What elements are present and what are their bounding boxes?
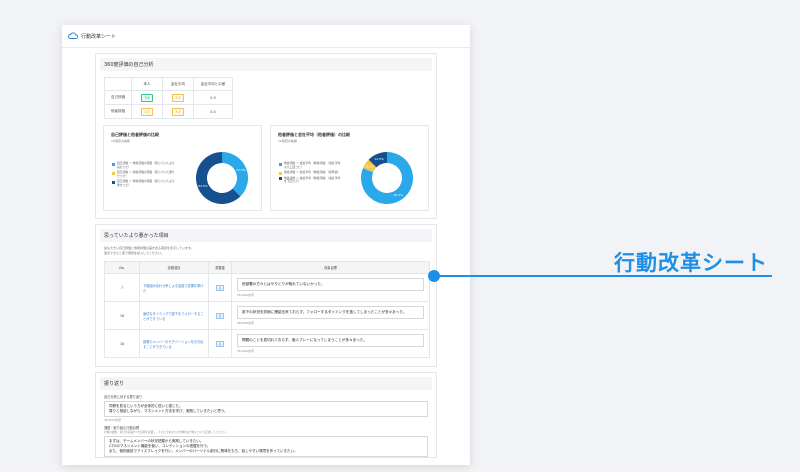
item-link[interactable]: 適切なタイミングで部下をフォローすることができている xyxy=(139,301,209,330)
score-header: 会社平均 xyxy=(162,77,194,91)
app-header: 行動改革シート xyxy=(62,25,470,48)
review-title: 振り返り xyxy=(100,377,432,390)
goal-note: 行動の課題、自分が意識すべき目標を記載し、その上であなたの具体的な行動について記… xyxy=(104,431,229,434)
self-analysis-card: 360度評価の自己分析 本人 会社平均 会社平均との差 自己評価 3.6 3.3… xyxy=(95,53,437,219)
score-table: 本人 会社平均 会社平均との差 自己評価 3.6 3.3 0.3 他者評価 3.… xyxy=(104,77,233,119)
callout-label: 行動改革シート xyxy=(614,251,768,275)
goal-input[interactable]: まずは、チームメンバーの状況把握から実践していきたい。 CTOのマネジメント機能… xyxy=(104,436,428,457)
chart-title: 自己評価と他者評価の比較 xyxy=(111,132,159,137)
row-label: 他者評価 xyxy=(104,104,132,119)
review-input[interactable]: 同僚を見るという力が全体的に低いと感じた。 周りと相談しながら、マネジメント方法… xyxy=(104,401,428,417)
slice-label: 62.5% xyxy=(198,184,208,188)
slice-label: 81.3% xyxy=(394,193,404,197)
legend-item: 他者評価 ＝ 会社平均（他者評価）（標準値） xyxy=(279,170,343,175)
char-count: 35/1000文字 xyxy=(237,349,255,353)
self-score-badge: 3.6 xyxy=(141,93,153,102)
importance-badge: 高 xyxy=(215,340,225,347)
col-header: No. xyxy=(104,261,140,274)
donut-chart-other-vs-avg: 81.3% 6.2%12.5% xyxy=(361,152,413,204)
item-link[interactable]: 部署のメンバーのモチベーションを引き出すことができている xyxy=(139,329,209,358)
feedback-table: No. 評価項目 重要度 改善目標 7 下部組み合わせ系による会議で成果を挙げた… xyxy=(104,261,430,358)
cloud-logo-icon xyxy=(68,32,78,39)
donut-slice xyxy=(222,152,248,197)
char-count: 46/1000文字 xyxy=(237,321,255,325)
self-analysis-title: 360度評価の自己分析 xyxy=(100,58,432,71)
score-header: 本人 xyxy=(131,77,163,91)
goal-label: 課題・取り組む行動目標 xyxy=(104,426,140,430)
item-link[interactable]: 下部組み合わせ系による会議で成果を挙げた xyxy=(139,273,209,302)
app-title: 行動改革シート xyxy=(81,33,117,40)
goal-line: また、個別面談でアイスブレイクを行い、メンバーのパーソナル部分に興味をもち、話し… xyxy=(109,449,298,453)
importance-badge: 高 xyxy=(215,312,225,319)
feedback-title: 思っていたより悪かった項目 xyxy=(100,229,432,242)
donut-chart-self-vs-other: 37.5% 62.5% xyxy=(196,152,248,204)
review-line: 周りと相談しながら、マネジメント方法を学び、実践していきたいと思う。 xyxy=(109,409,228,413)
diff-value: 0.3 xyxy=(193,90,233,105)
table-row: 自己評価 3.6 3.3 0.3 xyxy=(104,90,233,105)
app-window: 行動改革シート 360度評価の自己分析 本人 会社平均 会社平均との差 自己評価… xyxy=(62,25,470,465)
score-header: 会社平均との差 xyxy=(193,77,233,91)
chart-card-other-vs-avg: 他者評価と会社平均（他者評価）の比較 16項目の指標 他者評価 ＞ 会社平均（他… xyxy=(270,125,429,211)
avg-score-badge: 3.3 xyxy=(172,107,184,116)
legend-label: 自己評価 ＞ 他者評価の項目（思っていた通りだった） xyxy=(117,170,175,178)
callout-dot xyxy=(428,270,440,282)
legend-item: 他者評価 ＜ 会社平均（他者評価）（会社平均を下回った） xyxy=(279,175,343,184)
review-label: 自己分析に対する振り返り xyxy=(104,395,143,399)
table-row: 18 部署のメンバーのモチベーションを引き出すことができている 高 問題のことを… xyxy=(104,329,430,358)
table-row: 16 適切なタイミングで部下をフォローすることができている 高 部下の状況を詳細… xyxy=(104,301,430,330)
self-score-badge: 3.7 xyxy=(141,107,153,116)
legend-label: 他者評価 ＝ 会社平均（他者評価）（標準値） xyxy=(284,170,341,174)
chart-legend: 他者評価 ＞ 会社平均（他者評価）（会社平均より上回った） 他者評価 ＝ 会社平… xyxy=(279,161,343,186)
feedback-card: 思っていたより悪かった項目 最も大きい自己評価と他者評価の差がある項目を表示して… xyxy=(95,224,437,367)
legend-label: 自己評価 ＜ 他者評価の項目（思っていたより悪かった） xyxy=(117,179,175,187)
chart-subtitle: 16項目の指標 xyxy=(278,139,297,143)
legend-label: 自己評価 ＝ 他者評価の項目（思っていたより良かった） xyxy=(117,161,175,169)
chart-card-self-vs-other: 自己評価と他者評価の比較 16項目の指標 自己評価 ＝ 他者評価の項目（思ってい… xyxy=(103,125,262,211)
item-number: 18 xyxy=(104,329,140,358)
chart-legend: 自己評価 ＝ 他者評価の項目（思っていたより良かった） 自己評価 ＞ 他者評価の… xyxy=(112,161,176,189)
main-content: 360度評価の自己分析 本人 会社平均 会社平均との差 自己評価 3.6 3.3… xyxy=(95,53,437,463)
table-row: 他者評価 3.7 3.3 0.4 xyxy=(104,104,233,119)
legend-item: 自己評価 ＞ 他者評価の項目（思っていた通りだった） xyxy=(112,170,176,178)
chart-subtitle: 16項目の指標 xyxy=(111,139,130,143)
slice-label: 12.5% xyxy=(374,157,384,161)
description-line: 改善できたと思う項目を記入してください。 xyxy=(104,250,164,255)
char-count: 25/1000文字 xyxy=(237,293,255,297)
importance-badge: 高 xyxy=(215,284,225,291)
legend-label: 他者評価 ＜ 会社平均（他者評価）（会社平均を下回った） xyxy=(284,175,341,183)
feedback-description: 最も大きい自己評価と他者評価の差がある項目を表示しています。 改善できたと思う項… xyxy=(96,242,436,255)
table-row: 7 下部組み合わせ系による会議で成果を挙げた 高 他部署の方々とはやりとりが取れ… xyxy=(104,273,430,302)
legend-item: 他者評価 ＞ 会社平均（他者評価）（会社平均より上回った） xyxy=(279,161,343,169)
legend-item: 自己評価 ＝ 他者評価の項目（思っていたより良かった） xyxy=(112,161,176,169)
diff-value: 0.4 xyxy=(193,104,233,119)
improvement-input[interactable]: 部下の状況を詳細に確認出来ておらず、フォローするタイミングを逃してしまったことが… xyxy=(237,306,424,319)
improvement-input[interactable]: 問題のことを見切れておらず、個人プレーになってしまうことが多々あった。 xyxy=(237,334,424,347)
chart-title: 他者評価と会社平均（他者評価）の比較 xyxy=(278,132,350,137)
legend-label: 他者評価 ＞ 会社平均（他者評価）（会社平均より上回った） xyxy=(284,161,341,169)
row-label: 自己評価 xyxy=(104,90,132,105)
improvement-input[interactable]: 他部署の方々とはやりとりが取れていないかった。 xyxy=(237,278,424,291)
review-card: 振り返り 自己分析に対する振り返り 同僚を見るという力が全体的に低いと感じた。 … xyxy=(95,372,437,458)
legend-item: 自己評価 ＜ 他者評価の項目（思っていたより悪かった） xyxy=(112,179,176,187)
slice-label: 6.2% xyxy=(366,165,374,169)
score-header xyxy=(104,77,132,91)
col-header: 評価項目 xyxy=(139,261,209,274)
slice-label: 37.5% xyxy=(236,168,246,172)
col-header: 改善目標 xyxy=(231,261,430,274)
item-number: 7 xyxy=(104,273,140,302)
avg-score-badge: 3.3 xyxy=(172,93,184,102)
item-number: 16 xyxy=(104,301,140,330)
col-header: 重要度 xyxy=(208,261,232,274)
